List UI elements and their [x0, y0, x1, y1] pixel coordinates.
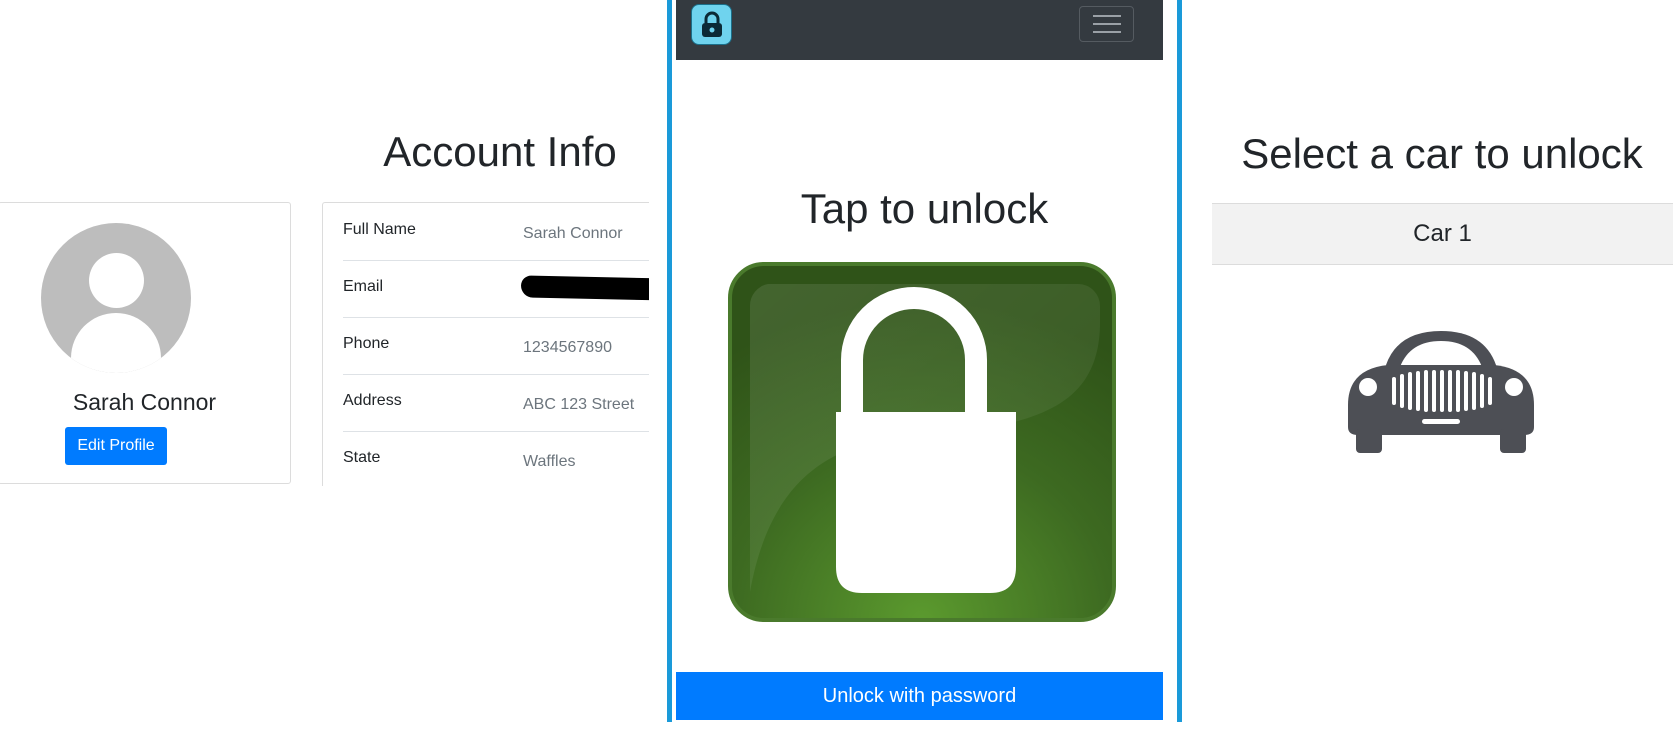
field-value: Waffles [523, 453, 576, 470]
field-row-email: Email [343, 260, 649, 318]
field-row-address: Address ABC 123 Street [343, 374, 649, 432]
user-avatar-icon [41, 223, 191, 373]
field-row-full-name: Full Name Sarah Connor [343, 203, 649, 261]
account-details-table: Full Name Sarah Connor Email Phone 12345… [322, 202, 649, 486]
unlock-with-password-button[interactable]: Unlock with password [676, 672, 1163, 720]
field-value: Sarah Connor [523, 225, 623, 242]
car-icon[interactable] [1348, 325, 1534, 455]
account-info-heading: Account Info [383, 128, 617, 175]
field-label: Phone [343, 335, 390, 352]
navbar [676, 0, 1163, 60]
profile-name: Sarah Connor [72, 389, 217, 415]
padlock-app-icon[interactable] [691, 4, 732, 45]
field-label: Full Name [343, 221, 416, 238]
car-list-item[interactable]: Car 1 [1212, 203, 1673, 265]
profile-card: Sarah Connor Edit Profile [0, 202, 291, 484]
field-value: ABC 123 Street [523, 396, 635, 413]
field-row-phone: Phone 1234567890 [343, 317, 649, 375]
padlock-icon[interactable] [728, 262, 1116, 622]
field-label: Email [343, 278, 384, 295]
redacted-email-mark [520, 275, 649, 301]
hamburger-menu-icon[interactable] [1079, 6, 1134, 42]
select-car-heading: Select a car to unlock [1241, 130, 1643, 177]
field-label: Address [343, 392, 402, 409]
field-label: State [343, 449, 381, 466]
field-row-state: State Waffles [343, 431, 649, 486]
field-value: 1234567890 [523, 339, 612, 356]
tap-to-unlock-heading: Tap to unlock [800, 185, 1049, 232]
edit-profile-button[interactable]: Edit Profile [65, 427, 167, 465]
phone-screen: Tap to unlock Unlock with password [667, 0, 1182, 722]
